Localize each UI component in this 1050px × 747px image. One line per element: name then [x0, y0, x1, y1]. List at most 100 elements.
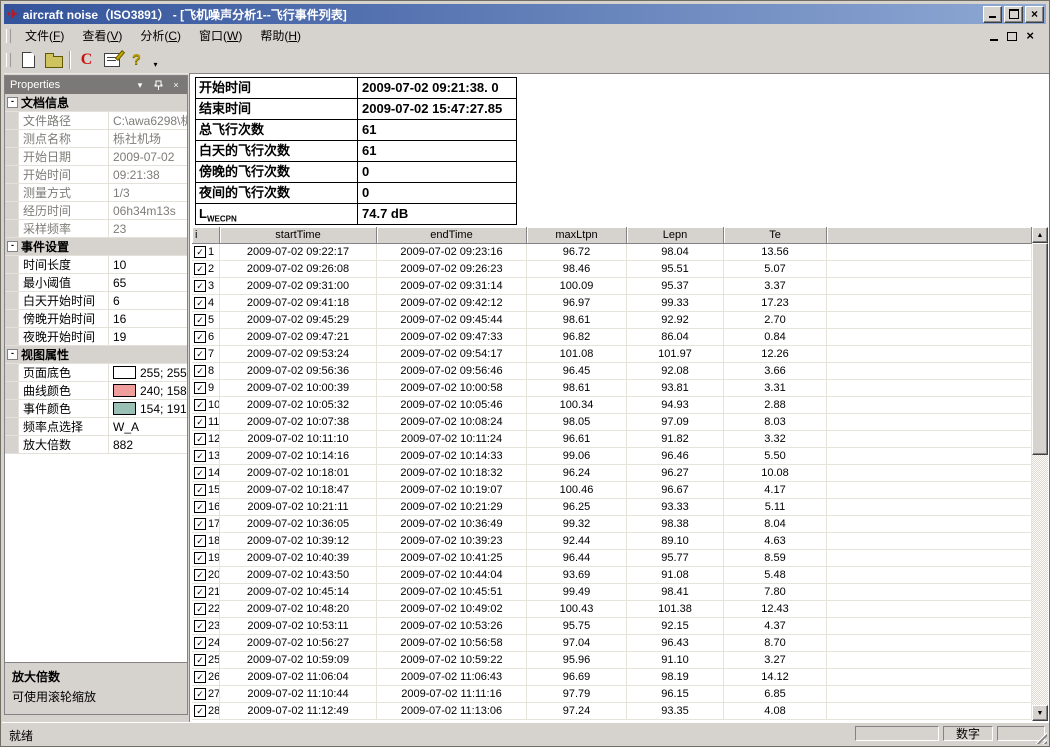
event-checkbox[interactable]: ✓: [194, 705, 206, 717]
event-checkbox[interactable]: ✓: [194, 637, 206, 649]
event-checkbox[interactable]: ✓: [194, 382, 206, 394]
menu-item-F[interactable]: 文件(F): [16, 27, 73, 45]
event-row[interactable]: ✓102009-07-02 10:05:322009-07-02 10:05:4…: [192, 397, 1032, 414]
event-checkbox[interactable]: ✓: [194, 569, 206, 581]
property-value[interactable]: 240; 158; 15: [109, 382, 187, 399]
properties-panel-header[interactable]: Properties ▾ ×: [5, 76, 187, 94]
property-value[interactable]: 6: [109, 292, 187, 309]
scrollbar-thumb[interactable]: [1032, 243, 1048, 455]
panel-close-icon[interactable]: ×: [170, 79, 182, 91]
property-row[interactable]: 开始日期2009-07-02: [5, 148, 187, 166]
event-row[interactable]: ✓122009-07-02 10:11:102009-07-02 10:11:2…: [192, 431, 1032, 448]
event-row[interactable]: ✓152009-07-02 10:18:472009-07-02 10:19:0…: [192, 482, 1032, 499]
column-header-i[interactable]: i: [192, 227, 220, 244]
menu-item-H[interactable]: 帮助(H): [251, 27, 310, 45]
mdi-restore-button[interactable]: [1007, 32, 1017, 41]
toolbar-grip[interactable]: [6, 53, 11, 67]
property-section-header[interactable]: -视图属性: [5, 346, 187, 364]
event-row[interactable]: ✓192009-07-02 10:40:392009-07-02 10:41:2…: [192, 550, 1032, 567]
event-row[interactable]: ✓162009-07-02 10:21:112009-07-02 10:21:2…: [192, 499, 1032, 516]
event-checkbox[interactable]: ✓: [194, 450, 206, 462]
event-row[interactable]: ✓62009-07-02 09:47:212009-07-02 09:47:33…: [192, 329, 1032, 346]
collapse-minus-icon[interactable]: -: [7, 349, 18, 360]
event-row[interactable]: ✓112009-07-02 10:07:382009-07-02 10:08:2…: [192, 414, 1032, 431]
event-row[interactable]: ✓282009-07-02 11:12:492009-07-02 11:13:0…: [192, 703, 1032, 720]
event-row[interactable]: ✓12009-07-02 09:22:172009-07-02 09:23:16…: [192, 244, 1032, 261]
menubar-grip[interactable]: [6, 29, 11, 43]
property-value[interactable]: 16: [109, 310, 187, 327]
maximize-button[interactable]: [1004, 6, 1023, 23]
property-value[interactable]: 65: [109, 274, 187, 291]
property-row[interactable]: 频率点选择W_A: [5, 418, 187, 436]
event-checkbox[interactable]: ✓: [194, 671, 206, 683]
event-checkbox[interactable]: ✓: [194, 467, 206, 479]
column-header-maxLtpn[interactable]: maxLtpn: [527, 227, 627, 244]
event-checkbox[interactable]: ✓: [194, 246, 206, 258]
event-row[interactable]: ✓22009-07-02 09:26:082009-07-02 09:26:23…: [192, 261, 1032, 278]
column-header-Lepn[interactable]: Lepn: [627, 227, 724, 244]
event-checkbox[interactable]: ✓: [194, 501, 206, 513]
property-value[interactable]: 154; 191; 18: [109, 400, 187, 417]
event-row[interactable]: ✓132009-07-02 10:14:162009-07-02 10:14:3…: [192, 448, 1032, 465]
property-value[interactable]: W_A: [109, 418, 187, 435]
event-checkbox[interactable]: ✓: [194, 280, 206, 292]
property-section-header[interactable]: -文档信息: [5, 94, 187, 112]
event-checkbox[interactable]: ✓: [194, 535, 206, 547]
collapse-minus-icon[interactable]: -: [7, 97, 18, 108]
property-row[interactable]: 开始时间09:21:38: [5, 166, 187, 184]
event-row[interactable]: ✓272009-07-02 11:10:442009-07-02 11:11:1…: [192, 686, 1032, 703]
property-value[interactable]: 882: [109, 436, 187, 453]
property-row[interactable]: 经历时间06h34m13s: [5, 202, 187, 220]
properties-button[interactable]: [99, 48, 124, 71]
property-row[interactable]: 测量方式1/3: [5, 184, 187, 202]
mdi-minimize-button[interactable]: [990, 30, 998, 41]
event-row[interactable]: ✓252009-07-02 10:59:092009-07-02 10:59:2…: [192, 652, 1032, 669]
close-button[interactable]: ×: [1025, 6, 1044, 23]
event-checkbox[interactable]: ✓: [194, 314, 206, 326]
property-row[interactable]: 白天开始时间6: [5, 292, 187, 310]
event-row[interactable]: ✓182009-07-02 10:39:122009-07-02 10:39:2…: [192, 533, 1032, 550]
property-value[interactable]: 10: [109, 256, 187, 273]
property-value[interactable]: 19: [109, 328, 187, 345]
panel-pin-icon[interactable]: [152, 79, 164, 91]
event-checkbox[interactable]: ✓: [194, 416, 206, 428]
event-checkbox[interactable]: ✓: [194, 586, 206, 598]
property-row[interactable]: 测点名称栎社机场: [5, 130, 187, 148]
property-row[interactable]: 放大倍数882: [5, 436, 187, 454]
event-checkbox[interactable]: ✓: [194, 399, 206, 411]
event-row[interactable]: ✓32009-07-02 09:31:002009-07-02 09:31:14…: [192, 278, 1032, 295]
property-value[interactable]: 255; 255; 25: [109, 364, 187, 381]
event-checkbox[interactable]: ✓: [194, 263, 206, 275]
property-row[interactable]: 傍晚开始时间16: [5, 310, 187, 328]
event-row[interactable]: ✓42009-07-02 09:41:182009-07-02 09:42:12…: [192, 295, 1032, 312]
collapse-minus-icon[interactable]: -: [7, 241, 18, 252]
event-checkbox[interactable]: ✓: [194, 654, 206, 666]
open-file-button[interactable]: [41, 48, 66, 71]
help-button[interactable]: ?: [124, 48, 149, 71]
property-row[interactable]: 最小阈值65: [5, 274, 187, 292]
event-checkbox[interactable]: ✓: [194, 297, 206, 309]
vertical-scrollbar[interactable]: ▲ ▼: [1032, 227, 1048, 721]
property-row[interactable]: 事件颜色154; 191; 18: [5, 400, 187, 418]
scroll-up-button[interactable]: ▲: [1032, 227, 1048, 243]
menu-item-W[interactable]: 窗口(W): [190, 27, 251, 45]
event-row[interactable]: ✓92009-07-02 10:00:392009-07-02 10:00:58…: [192, 380, 1032, 397]
event-checkbox[interactable]: ✓: [194, 518, 206, 530]
column-header-endTime[interactable]: endTime: [377, 227, 527, 244]
event-checkbox[interactable]: ✓: [194, 433, 206, 445]
convert-button[interactable]: C: [74, 48, 99, 71]
property-row[interactable]: 曲线颜色240; 158; 15: [5, 382, 187, 400]
minimize-button[interactable]: [983, 6, 1002, 23]
event-checkbox[interactable]: ✓: [194, 552, 206, 564]
event-checkbox[interactable]: ✓: [194, 331, 206, 343]
event-checkbox[interactable]: ✓: [194, 620, 206, 632]
event-row[interactable]: ✓202009-07-02 10:43:502009-07-02 10:44:0…: [192, 567, 1032, 584]
event-row[interactable]: ✓142009-07-02 10:18:012009-07-02 10:18:3…: [192, 465, 1032, 482]
property-row[interactable]: 采样频率23: [5, 220, 187, 238]
property-row[interactable]: 夜晚开始时间19: [5, 328, 187, 346]
menu-item-C[interactable]: 分析(C): [131, 27, 190, 45]
event-checkbox[interactable]: ✓: [194, 688, 206, 700]
title-bar[interactable]: ✈ aircraft noise（ISO3891） - [飞机噪声分析1--飞行…: [4, 4, 1046, 24]
event-row[interactable]: ✓212009-07-02 10:45:142009-07-02 10:45:5…: [192, 584, 1032, 601]
event-row[interactable]: ✓82009-07-02 09:56:362009-07-02 09:56:46…: [192, 363, 1032, 380]
